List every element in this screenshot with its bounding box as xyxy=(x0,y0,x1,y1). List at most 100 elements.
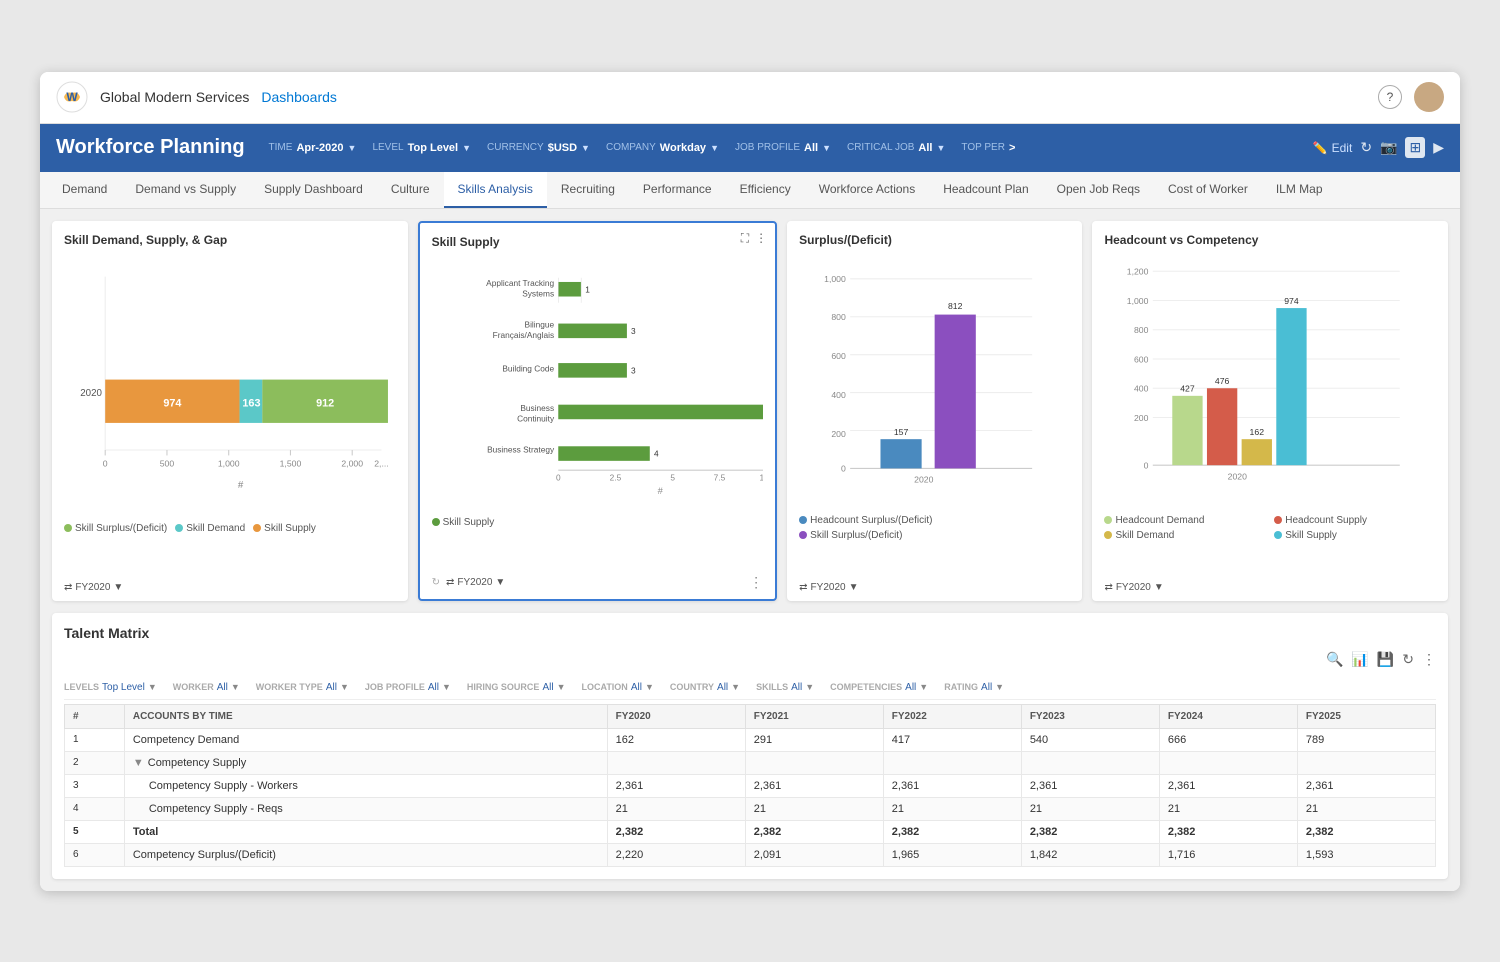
row-4-fy2023: 21 xyxy=(1021,797,1159,820)
company-filter[interactable]: COMPANY Workday ▼ xyxy=(606,142,719,154)
user-avatar[interactable] xyxy=(1414,82,1444,112)
chart-surplus-deficit: Surplus/(Deficit) 1,000 800 600 400 200 … xyxy=(787,221,1082,601)
chart4-legend-hs: Headcount Supply xyxy=(1274,515,1436,526)
grid-icon[interactable]: ⊞ xyxy=(1405,137,1425,158)
row-2-fy2020 xyxy=(607,751,745,774)
filter-country-caret[interactable]: ▼ xyxy=(731,682,740,692)
currency-filter[interactable]: CURRENCY $USD ▼ xyxy=(487,142,590,154)
filter-location-label: LOCATION xyxy=(581,682,627,692)
critical-job-filter[interactable]: CRITICAL JOB All ▼ xyxy=(847,142,945,154)
level-filter[interactable]: LEVEL Top Level ▼ xyxy=(372,142,471,154)
chart4-fy-selector[interactable]: ⇄FY2020▼ xyxy=(1104,582,1163,593)
filter-country-value[interactable]: All xyxy=(717,682,728,693)
job-profile-filter[interactable]: JOB PROFILE All ▼ xyxy=(735,142,831,154)
filter-levels-value[interactable]: Top Level xyxy=(102,682,145,693)
row-num-6: 6 xyxy=(65,843,125,866)
nav-tabs: Demand Demand vs Supply Supply Dashboard… xyxy=(40,172,1460,209)
filter-rating-value[interactable]: All xyxy=(981,682,992,693)
filter-job-profile-value[interactable]: All xyxy=(428,682,439,693)
filter-country-label: COUNTRY xyxy=(670,682,714,692)
search-icon[interactable]: 🔍 xyxy=(1326,651,1343,668)
chart1-fy-selector[interactable]: ⇄FY2020▼ xyxy=(64,582,123,593)
filter-worker-type-label: WORKER TYPE xyxy=(256,682,323,692)
filter-worker-caret[interactable]: ▼ xyxy=(231,682,240,692)
svg-text:Business: Business xyxy=(520,402,554,412)
row-4-fy2020: 21 xyxy=(607,797,745,820)
refresh-table-icon[interactable]: ↻ xyxy=(1402,651,1414,668)
help-icon[interactable]: ? xyxy=(1378,85,1402,109)
edit-button[interactable]: ✏️ Edit xyxy=(1313,141,1353,155)
filter-skills-value[interactable]: All xyxy=(791,682,802,693)
tab-open-job-reqs[interactable]: Open Job Reqs xyxy=(1043,172,1154,208)
svg-text:600: 600 xyxy=(1134,354,1149,364)
tab-cost-of-worker[interactable]: Cost of Worker xyxy=(1154,172,1262,208)
filter-rating-caret[interactable]: ▼ xyxy=(995,682,1004,692)
filter-hiring-source-value[interactable]: All xyxy=(542,682,553,693)
filter-competencies-caret[interactable]: ▼ xyxy=(919,682,928,692)
dashboards-link[interactable]: Dashboards xyxy=(261,89,337,105)
save-icon[interactable]: 💾 xyxy=(1377,651,1394,668)
chart4-title: Headcount vs Competency xyxy=(1104,233,1436,247)
row-1-fy2025: 789 xyxy=(1297,728,1435,751)
filter-job-profile-caret[interactable]: ▼ xyxy=(442,682,451,692)
expand-icon[interactable]: ⛶ xyxy=(741,231,749,246)
row-6-fy2025: 1,593 xyxy=(1297,843,1435,866)
chart3-fy-selector[interactable]: ⇄FY2020▼ xyxy=(799,582,858,593)
tab-demand[interactable]: Demand xyxy=(48,172,121,208)
filter-skills-caret[interactable]: ▼ xyxy=(805,682,814,692)
chart4-legend-hd: Headcount Demand xyxy=(1104,515,1266,526)
chart2-legend: Skill Supply xyxy=(432,517,495,528)
more-table-icon[interactable]: ⋮ xyxy=(1422,651,1436,668)
svg-text:200: 200 xyxy=(1134,412,1149,422)
table-filter-row: LEVELS Top Level ▼ WORKER All ▼ WORKER T… xyxy=(64,676,1436,700)
tab-demand-vs-supply[interactable]: Demand vs Supply xyxy=(121,172,250,208)
tab-recruiting[interactable]: Recruiting xyxy=(547,172,629,208)
row-1-fy2021: 291 xyxy=(745,728,883,751)
filter-worker-value[interactable]: All xyxy=(217,682,228,693)
tab-workforce-actions[interactable]: Workforce Actions xyxy=(805,172,929,208)
filter-competencies-value[interactable]: All xyxy=(905,682,916,693)
filter-worker-type-value[interactable]: All xyxy=(326,682,337,693)
tab-efficiency[interactable]: Efficiency xyxy=(726,172,805,208)
tab-skills-analysis[interactable]: Skills Analysis xyxy=(444,172,547,208)
filter-levels-caret[interactable]: ▼ xyxy=(148,682,157,692)
row-5-fy2024: 2,382 xyxy=(1159,820,1297,843)
svg-text:2020: 2020 xyxy=(1228,471,1247,481)
camera-icon[interactable]: 📷 xyxy=(1380,139,1397,156)
chart1-title: Skill Demand, Supply, & Gap xyxy=(64,233,396,247)
refresh-icon[interactable]: ↻ xyxy=(1360,139,1372,156)
filter-worker-type-caret[interactable]: ▼ xyxy=(340,682,349,692)
tab-ilm-map[interactable]: ILM Map xyxy=(1262,172,1337,208)
row-5-fy2021: 2,382 xyxy=(745,820,883,843)
filter-hiring-source-caret[interactable]: ▼ xyxy=(557,682,566,692)
svg-text:974: 974 xyxy=(163,397,181,409)
svg-text:0: 0 xyxy=(841,463,846,473)
tab-headcount-plan[interactable]: Headcount Plan xyxy=(929,172,1042,208)
talent-matrix-title: Talent Matrix xyxy=(64,625,1436,641)
chart4-legend-sd: Skill Demand xyxy=(1104,530,1266,541)
filter-skills-label: SKILLS xyxy=(756,682,788,692)
svg-text:3: 3 xyxy=(631,325,636,335)
filter-worker-label: WORKER xyxy=(173,682,214,692)
tab-performance[interactable]: Performance xyxy=(629,172,726,208)
chart2-fy-selector[interactable]: ⇄FY2020▼ xyxy=(446,577,505,588)
tab-culture[interactable]: Culture xyxy=(377,172,444,208)
tab-supply-dashboard[interactable]: Supply Dashboard xyxy=(250,172,377,208)
top-per-filter[interactable]: TOP PER > xyxy=(961,142,1015,154)
chart2-more-icon[interactable]: ⋮ xyxy=(749,574,763,591)
time-filter[interactable]: TIME Apr-2020 ▼ xyxy=(269,142,357,154)
svg-text:500: 500 xyxy=(160,458,175,468)
svg-text:Continuity: Continuity xyxy=(517,413,555,423)
svg-text:Français/Anglais: Français/Anglais xyxy=(492,330,553,340)
more-icon[interactable]: ⋮ xyxy=(755,231,767,246)
row-2-fy2024 xyxy=(1159,751,1297,774)
row-2-fy2025 xyxy=(1297,751,1435,774)
row-5-fy2023: 2,382 xyxy=(1021,820,1159,843)
export-icon[interactable]: 📊 xyxy=(1351,651,1368,668)
col-fy2023: FY2023 xyxy=(1021,704,1159,728)
row-6-fy2024: 1,716 xyxy=(1159,843,1297,866)
video-icon[interactable]: ▶ xyxy=(1433,139,1444,156)
filter-location-caret[interactable]: ▼ xyxy=(645,682,654,692)
filter-location-value[interactable]: All xyxy=(631,682,642,693)
refresh-small-icon[interactable]: ↻ xyxy=(432,577,440,588)
